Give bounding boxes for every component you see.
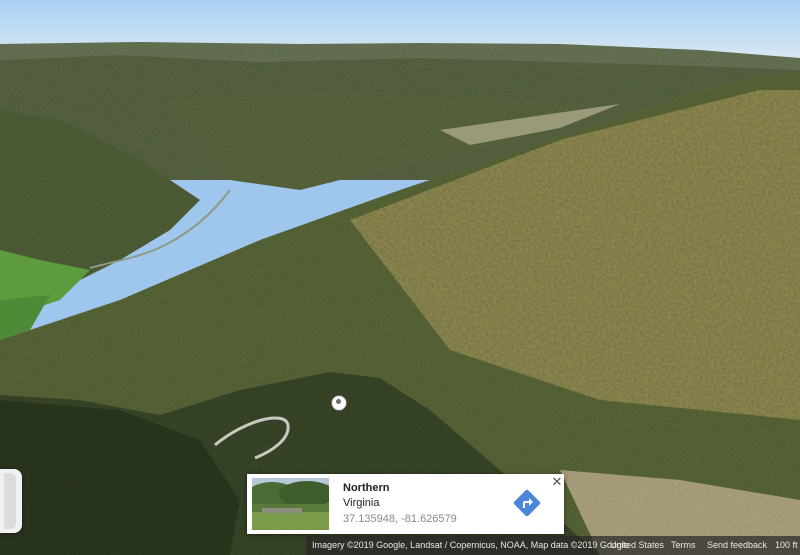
terrain-imagery <box>0 42 800 555</box>
zoom-control[interactable] <box>0 469 22 533</box>
place-subtitle: Virginia <box>343 497 380 509</box>
zoom-slider-track[interactable] <box>4 473 16 529</box>
map-canvas[interactable]: Northern Virginia 37.135948, -81.626579 … <box>0 0 800 555</box>
attribution-text: Imagery ©2019 Google, Landsat / Copernic… <box>312 540 629 550</box>
directions-arrow-icon <box>513 489 541 517</box>
region-link[interactable]: United States <box>610 536 664 555</box>
send-feedback-link[interactable]: Send feedback <box>707 536 767 555</box>
map-footer: Imagery ©2019 Google, Landsat / Copernic… <box>306 536 800 555</box>
place-card: Northern Virginia 37.135948, -81.626579 … <box>247 474 564 534</box>
location-pin-icon[interactable] <box>331 395 347 411</box>
place-coordinates: 37.135948, -81.626579 <box>343 513 457 525</box>
close-icon[interactable]: ✕ <box>550 475 564 489</box>
place-photo-thumbnail[interactable] <box>252 478 329 530</box>
scale-label[interactable]: 100 ft <box>775 536 798 555</box>
terms-link[interactable]: Terms <box>671 536 696 555</box>
place-title[interactable]: Northern <box>343 482 389 494</box>
directions-button[interactable] <box>513 489 541 517</box>
